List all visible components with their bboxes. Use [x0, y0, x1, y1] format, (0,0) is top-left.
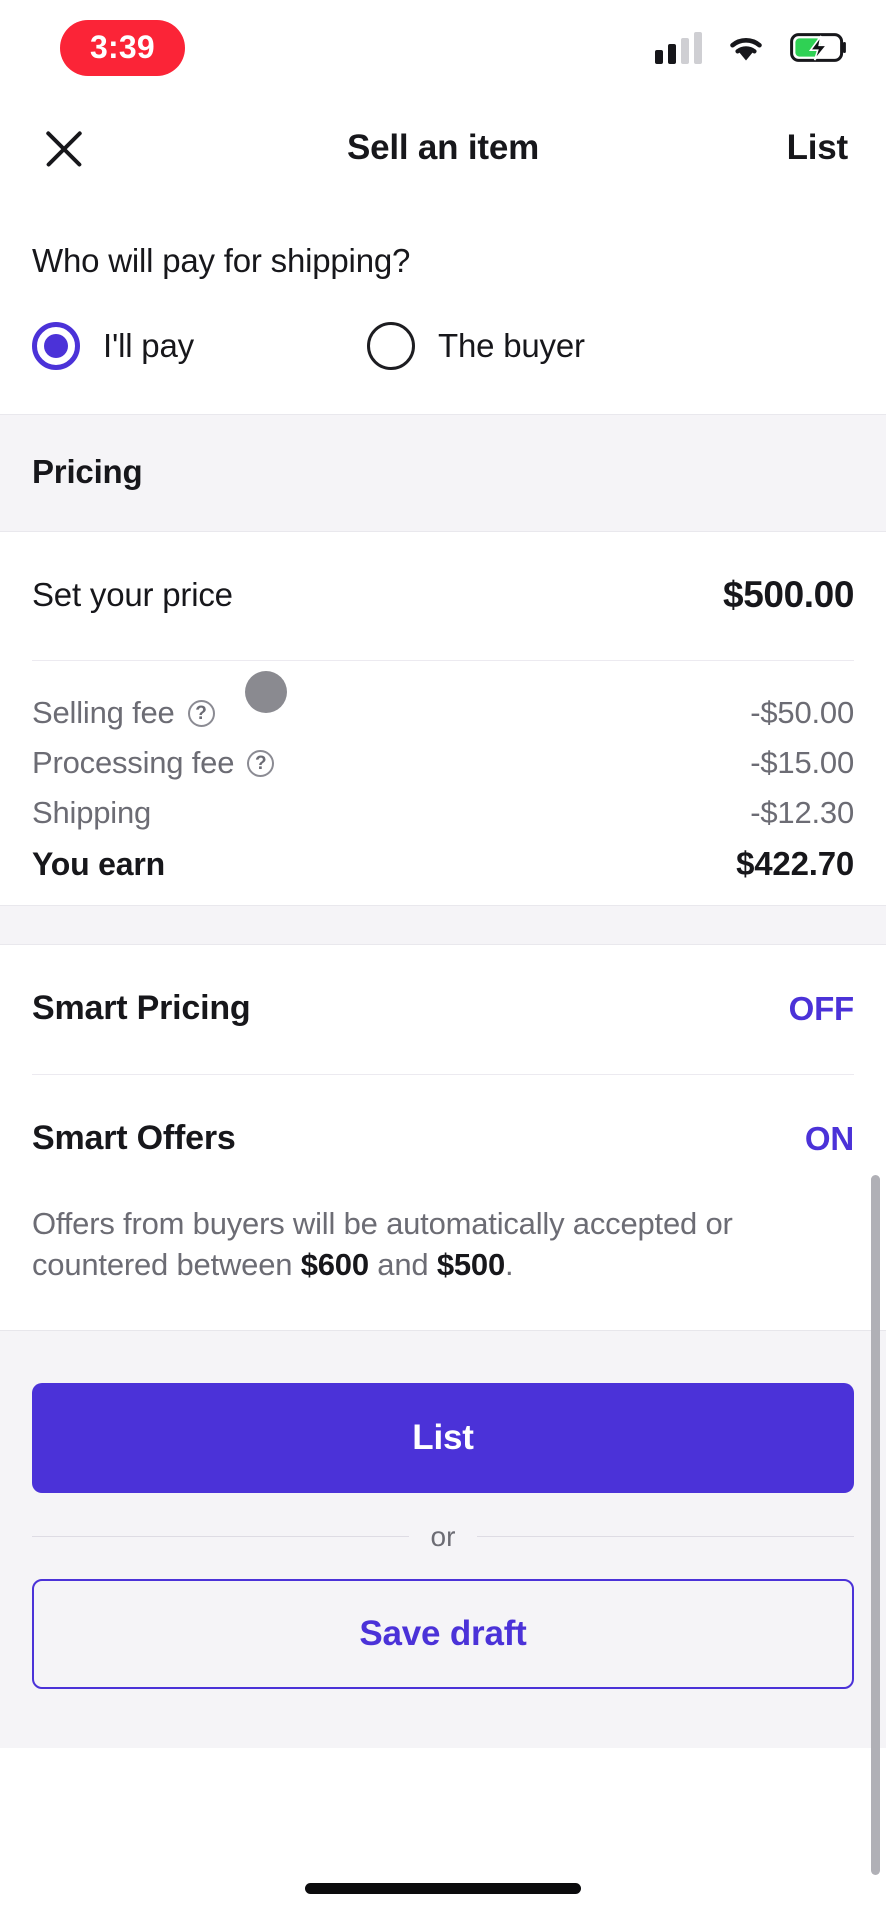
- navigation-bar: Sell an item List: [0, 95, 886, 200]
- action-footer: List or Save draft: [0, 1329, 886, 1748]
- page-title: Sell an item: [346, 127, 540, 167]
- radio-option-the-buyer[interactable]: The buyer: [367, 322, 585, 370]
- smart-offers-desc-middle: and: [368, 1246, 437, 1282]
- nav-list-button[interactable]: List: [787, 128, 854, 168]
- smart-pricing-label: Smart Pricing: [32, 989, 251, 1027]
- set-price-row[interactable]: Set your price $500.00: [32, 532, 854, 661]
- section-divider-gap: [0, 905, 886, 945]
- divider-line-right: [477, 1536, 854, 1538]
- or-divider: or: [32, 1493, 854, 1579]
- you-earn-label: You earn: [32, 845, 165, 882]
- home-indicator: [305, 1883, 581, 1894]
- close-icon[interactable]: [32, 116, 96, 180]
- radio-button-unselected-icon[interactable]: [367, 322, 415, 370]
- fee-row-you-earn: You earn $422.70: [32, 845, 854, 883]
- shipping-payer-section: Who will pay for shipping? I'll pay The …: [0, 200, 886, 414]
- save-draft-button[interactable]: Save draft: [32, 1578, 854, 1689]
- vertical-scrollbar[interactable]: [871, 1175, 880, 1875]
- radio-label-the-buyer: The buyer: [438, 327, 585, 364]
- or-label: or: [430, 1520, 456, 1552]
- radio-option-ill-pay[interactable]: I'll pay: [32, 322, 367, 370]
- smart-offers-amount-low: $500: [436, 1246, 506, 1282]
- status-icon-group: [655, 31, 848, 64]
- fee-label-selling: Selling fee: [32, 695, 175, 730]
- radio-button-selected-icon[interactable]: [32, 322, 80, 370]
- fee-row-selling: Selling fee ? -$50.00: [32, 695, 854, 731]
- pricing-section-header: Pricing: [0, 414, 886, 532]
- smart-pricing-state-badge[interactable]: OFF: [789, 990, 855, 1028]
- smart-offers-amount-high: $600: [300, 1246, 369, 1282]
- pricing-section-title: Pricing: [32, 453, 143, 490]
- smart-offers-state-badge[interactable]: ON: [805, 1120, 854, 1158]
- fee-value-shipping: -$12.30: [750, 795, 854, 830]
- set-price-value: $500.00: [723, 574, 854, 615]
- touch-cursor-indicator: [245, 671, 287, 713]
- smart-pricing-row[interactable]: Smart Pricing OFF: [32, 945, 854, 1075]
- battery-charging-icon: [790, 33, 848, 62]
- set-price-label: Set your price: [32, 576, 233, 613]
- fee-value-selling: -$50.00: [750, 695, 854, 730]
- you-earn-value: $422.70: [736, 845, 854, 882]
- status-time-recording-pill: 3:39: [60, 19, 185, 76]
- fee-label-shipping: Shipping: [32, 795, 152, 830]
- fee-row-processing: Processing fee ? -$15.00: [32, 745, 854, 781]
- fee-value-processing: -$15.00: [750, 745, 854, 780]
- help-icon-processing-fee[interactable]: ?: [247, 749, 275, 777]
- divider-line-left: [32, 1536, 409, 1538]
- smart-settings-card: Smart Pricing OFF Smart Offers ON Offers…: [0, 945, 886, 1330]
- shipping-radio-group: I'll pay The buyer: [32, 322, 854, 414]
- smart-offers-description: Offers from buyers will be automatically…: [32, 1204, 854, 1330]
- smart-offers-label: Smart Offers: [32, 1119, 236, 1157]
- fee-label-processing: Processing fee: [32, 745, 235, 780]
- wifi-icon: [726, 32, 766, 64]
- phone-screen: 3:39 Sell an item List Who will pay for …: [0, 0, 886, 1920]
- smart-offers-row[interactable]: Smart Offers ON: [32, 1075, 854, 1204]
- fee-breakdown-list: Selling fee ? -$50.00 Processing fee ? -…: [32, 661, 854, 905]
- status-bar: 3:39: [0, 0, 886, 95]
- list-button[interactable]: List: [32, 1382, 854, 1493]
- fee-row-shipping: Shipping -$12.30: [32, 795, 854, 831]
- pricing-card: Set your price $500.00 Selling fee ? -$5…: [0, 532, 886, 905]
- help-icon-selling-fee[interactable]: ?: [187, 699, 215, 727]
- smart-offers-desc-suffix: .: [505, 1246, 514, 1282]
- radio-label-ill-pay: I'll pay: [103, 327, 194, 364]
- cellular-signal-icon: [655, 31, 702, 64]
- shipping-question-label: Who will pay for shipping?: [32, 242, 411, 279]
